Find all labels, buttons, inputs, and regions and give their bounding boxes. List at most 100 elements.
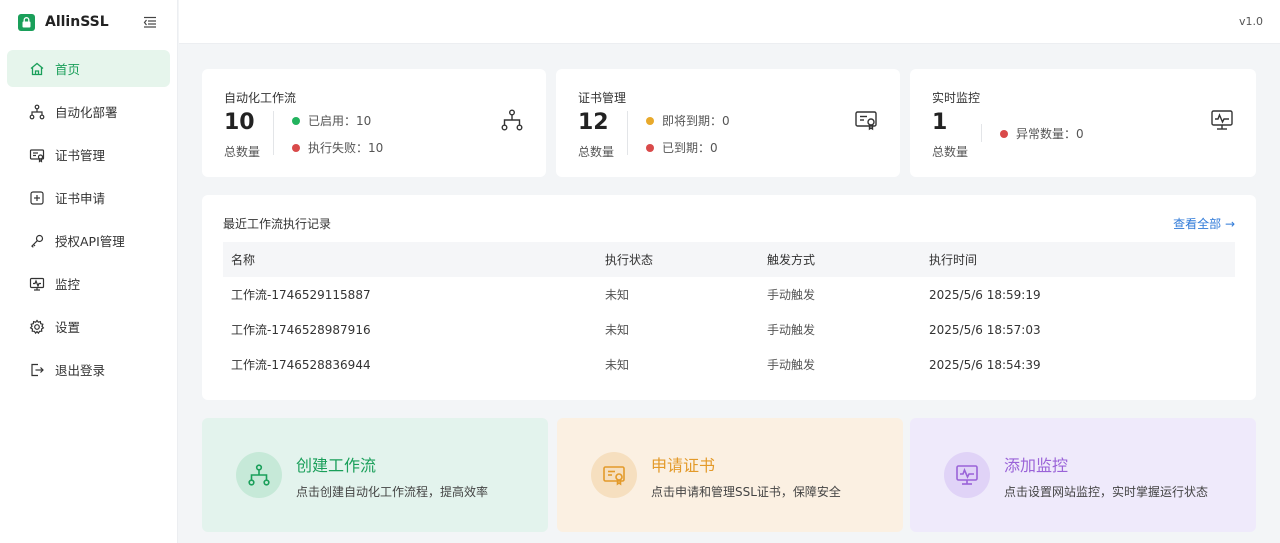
stat-title: 实时监控 bbox=[932, 91, 981, 105]
action-title: 创建工作流 bbox=[296, 456, 377, 475]
yellow-dot-icon bbox=[646, 116, 654, 125]
stat-count: 1 bbox=[932, 110, 948, 135]
red-dot-icon bbox=[292, 143, 300, 152]
action-title: 申请证书 bbox=[651, 456, 716, 475]
green-dot-icon bbox=[292, 116, 300, 125]
stat-subtitle: 总数量 bbox=[578, 145, 615, 159]
sidebar-item-monitor[interactable]: 监控 bbox=[7, 265, 170, 302]
cell-status: 未知 bbox=[605, 288, 630, 302]
version-label: v1.0 bbox=[1238, 15, 1263, 28]
cell-trigger: 手动触发 bbox=[767, 288, 816, 302]
cell-time: 2025/5/6 18:57:03 bbox=[929, 322, 1041, 337]
stat-failed: 执行失败：10 bbox=[292, 139, 383, 156]
sidebar: AllinSSL 首页 自动化部署 证书管理 证书申请 授权API管理 监控 设… bbox=[0, 0, 178, 543]
cell-time: 2025/5/6 18:59:19 bbox=[929, 287, 1041, 302]
cert-stat-card: 证书管理 12 总数量 即将到期：0 已到期：0 bbox=[556, 69, 900, 177]
sidebar-item-deploy[interactable]: 自动化部署 bbox=[7, 93, 170, 130]
home-icon bbox=[28, 60, 46, 78]
divider bbox=[981, 124, 982, 142]
action-title: 添加监控 bbox=[1004, 456, 1069, 475]
cell-trigger: 手动触发 bbox=[767, 323, 816, 337]
action-description: 点击申请和管理SSL证书，保障安全 bbox=[651, 485, 841, 499]
stat-title: 证书管理 bbox=[578, 91, 627, 105]
cell-trigger: 手动触发 bbox=[767, 358, 816, 372]
action-description: 点击创建自动化工作流程，提高效率 bbox=[296, 485, 489, 499]
add-monitor-card[interactable]: 添加监控 点击设置网站监控，实时掌握运行状态 bbox=[910, 418, 1256, 532]
stat-enabled: 已启用：10 bbox=[292, 112, 371, 129]
sidebar-item-home[interactable]: 首页 bbox=[7, 50, 170, 87]
monitor-stat-card: 实时监控 1 总数量 异常数量：0 bbox=[910, 69, 1256, 177]
sidebar-item-label: 证书管理 bbox=[55, 148, 106, 163]
sidebar-item-label: 监控 bbox=[55, 277, 81, 292]
table-row[interactable]: 工作流-1746528836944 未知 手动触发 2025/5/6 18:54… bbox=[223, 347, 1235, 382]
cell-name: 工作流-1746528987916 bbox=[231, 323, 371, 337]
monitor-icon bbox=[28, 275, 46, 293]
certificate-icon bbox=[591, 452, 637, 498]
cell-time: 2025/5/6 18:54:39 bbox=[929, 357, 1041, 372]
stat-title: 自动化工作流 bbox=[224, 91, 297, 105]
workflow-stat-card: 自动化工作流 10 总数量 已启用：10 执行失败：10 bbox=[202, 69, 546, 177]
sidebar-item-cert-apply[interactable]: 证书申请 bbox=[7, 179, 170, 216]
stat-expired: 已到期：0 bbox=[646, 139, 718, 156]
stat-subtitle: 总数量 bbox=[932, 145, 969, 159]
col-header-time: 执行时间 bbox=[929, 253, 978, 267]
cell-name: 工作流-1746529115887 bbox=[231, 288, 371, 302]
stat-count: 10 bbox=[224, 110, 255, 135]
recent-executions-card: 最近工作流执行记录 查看全部 → 名称 执行状态 触发方式 执行时间 工作流-1… bbox=[202, 195, 1256, 400]
cell-name: 工作流-1746528836944 bbox=[231, 358, 371, 372]
workflow-icon bbox=[236, 452, 282, 498]
sidebar-nav: 首页 自动化部署 证书管理 证书申请 授权API管理 监控 设置 退出登录 bbox=[0, 50, 177, 388]
col-header-status: 执行状态 bbox=[605, 253, 654, 267]
stat-count: 12 bbox=[578, 110, 609, 135]
workflow-icon bbox=[500, 108, 524, 132]
monitor-icon bbox=[944, 452, 990, 498]
section-title: 最近工作流执行记录 bbox=[223, 217, 332, 231]
stat-enabled-text: 已启用：10 bbox=[308, 114, 372, 128]
apply-cert-card[interactable]: 申请证书 点击申请和管理SSL证书，保障安全 bbox=[557, 418, 903, 532]
action-description: 点击设置网站监控，实时掌握运行状态 bbox=[1004, 485, 1209, 499]
red-dot-icon bbox=[1000, 129, 1008, 138]
cell-status: 未知 bbox=[605, 358, 630, 372]
divider bbox=[273, 111, 274, 155]
logout-icon bbox=[28, 361, 46, 379]
col-header-name: 名称 bbox=[231, 253, 256, 267]
table-row[interactable]: 工作流-1746529115887 未知 手动触发 2025/5/6 18:59… bbox=[223, 277, 1235, 312]
sidebar-item-label: 证书申请 bbox=[55, 191, 106, 206]
view-all-link[interactable]: 查看全部 → bbox=[1173, 215, 1235, 232]
sidebar-item-label: 自动化部署 bbox=[55, 105, 118, 120]
table-row[interactable]: 工作流-1746528987916 未知 手动触发 2025/5/6 18:57… bbox=[223, 312, 1235, 347]
key-icon bbox=[28, 232, 46, 250]
collapse-menu-icon[interactable] bbox=[143, 14, 157, 28]
workflow-icon bbox=[28, 103, 46, 121]
table-header: 名称 执行状态 触发方式 执行时间 bbox=[223, 242, 1235, 277]
stat-failed-text: 执行失败：10 bbox=[308, 141, 384, 155]
stat-expiring: 即将到期：0 bbox=[646, 112, 730, 129]
certificate-icon bbox=[28, 146, 46, 164]
sidebar-item-label: 首页 bbox=[55, 62, 81, 77]
lock-logo-icon bbox=[18, 13, 35, 31]
app-name: AllinSSL bbox=[45, 14, 109, 30]
sidebar-item-label: 退出登录 bbox=[55, 363, 106, 378]
create-workflow-card[interactable]: 创建工作流 点击创建自动化工作流程，提高效率 bbox=[202, 418, 548, 532]
stat-abnormal: 异常数量：0 bbox=[1000, 125, 1084, 142]
stat-subtitle: 总数量 bbox=[224, 145, 261, 159]
gear-icon bbox=[28, 318, 46, 336]
executions-table: 名称 执行状态 触发方式 执行时间 工作流-1746529115887 未知 手… bbox=[223, 242, 1235, 382]
monitor-icon bbox=[1210, 108, 1234, 132]
sidebar-item-settings[interactable]: 设置 bbox=[7, 308, 170, 345]
sidebar-item-api[interactable]: 授权API管理 bbox=[7, 222, 170, 259]
divider bbox=[627, 111, 628, 155]
stat-expiring-text: 即将到期：0 bbox=[662, 114, 730, 128]
sidebar-item-label: 授权API管理 bbox=[55, 234, 125, 249]
certificate-icon bbox=[854, 108, 878, 132]
sidebar-item-label: 设置 bbox=[55, 320, 81, 335]
sidebar-item-cert-manage[interactable]: 证书管理 bbox=[7, 136, 170, 173]
red-dot-icon bbox=[646, 143, 654, 152]
top-bar: v1.0 bbox=[179, 0, 1280, 44]
stat-abnormal-text: 异常数量：0 bbox=[1016, 127, 1084, 141]
col-header-trigger: 触发方式 bbox=[767, 253, 816, 267]
sidebar-item-logout[interactable]: 退出登录 bbox=[7, 351, 170, 388]
plus-square-icon bbox=[28, 189, 46, 207]
stat-expired-text: 已到期：0 bbox=[662, 141, 718, 155]
cell-status: 未知 bbox=[605, 323, 630, 337]
